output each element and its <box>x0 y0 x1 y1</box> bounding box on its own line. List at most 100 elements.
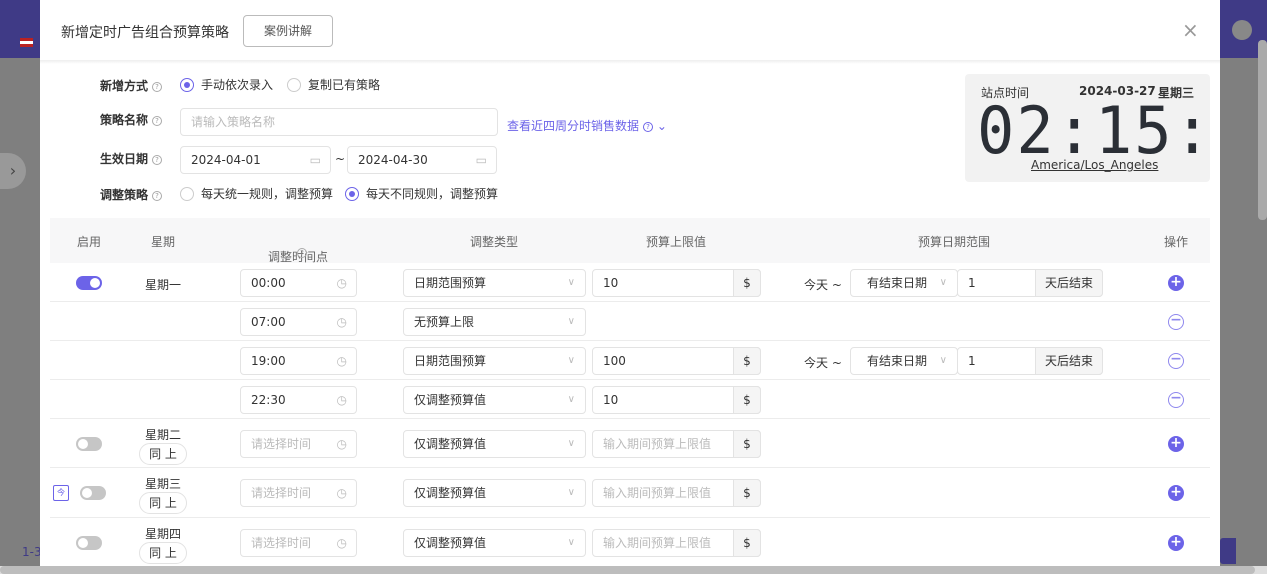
radio-dot[interactable] <box>287 77 301 92</box>
today-label: 今天 ~ <box>804 355 842 370</box>
help-icon[interactable]: ? <box>643 121 654 132</box>
clock-icon: ◷ <box>336 486 347 500</box>
case-explain-button[interactable]: 案例讲解 <box>243 15 333 47</box>
start-date-input[interactable]: 2024-04-01 ▭ <box>180 146 331 174</box>
adjust-type-select[interactable]: 日期范围预算 ∨ <box>403 346 586 375</box>
days-input[interactable]: 1 天后结束 <box>957 268 1103 297</box>
time-picker[interactable]: 请选择时间 ◷ <box>240 529 357 557</box>
vertical-scrollbar[interactable] <box>1258 40 1267 220</box>
range-type-select[interactable]: 有结束日期 ∨ <box>850 268 958 297</box>
time-picker[interactable]: 19:00 ◷ <box>240 346 357 375</box>
budget-input[interactable]: 输入期间预算上限值 $ <box>592 429 761 458</box>
clock-icon: ◷ <box>336 436 347 451</box>
radio-daily-rule[interactable]: 每天不同规则，调整预算 <box>345 185 498 202</box>
radio-manual[interactable]: 手动依次录入 <box>180 76 273 93</box>
col-action: 操作 <box>1163 235 1189 249</box>
budget-input[interactable]: 输入期间预算上限值 $ <box>592 529 761 557</box>
add-rule-icon[interactable]: + <box>1168 274 1184 291</box>
currency-addon: $ <box>733 268 761 297</box>
time-picker[interactable]: 07:00 ◷ <box>240 307 357 336</box>
time-picker[interactable]: 请选择时间 ◷ <box>240 479 357 507</box>
budget-input[interactable]: 100 $ <box>592 346 761 375</box>
enable-toggle[interactable] <box>80 486 106 500</box>
close-icon[interactable]: × <box>1182 18 1199 42</box>
help-icon[interactable]: ? <box>152 190 163 201</box>
site-time-panel: 站点时间 2024-03-27 星期三 02:15:13 America/Los… <box>965 74 1220 182</box>
budget-input[interactable]: 输入期间预算上限值 $ <box>592 479 761 507</box>
same-as-above-button[interactable]: 同 上 <box>139 542 187 564</box>
days-value: 1 <box>968 353 976 368</box>
placeholder: 请选择时间 <box>251 486 312 500</box>
enable-toggle[interactable] <box>76 436 102 451</box>
calendar-icon: ▭ <box>309 153 321 167</box>
currency-addon: $ <box>733 429 761 458</box>
radio-dot[interactable] <box>180 77 194 92</box>
clock-icon: ◷ <box>336 536 347 550</box>
days-input[interactable]: 1 天后结束 <box>957 346 1103 375</box>
currency-addon: $ <box>733 529 761 557</box>
adjust-type-select[interactable]: 仅调整预算值 ∨ <box>403 529 586 557</box>
adjust-type-select[interactable]: 仅调整预算值 ∨ <box>403 479 586 507</box>
remove-rule-icon[interactable]: − <box>1168 391 1184 408</box>
budget-input[interactable]: 10 $ <box>592 385 761 414</box>
time-picker[interactable]: 请选择时间 ◷ <box>240 429 357 458</box>
clock-icon: ◷ <box>336 353 347 368</box>
timezone-link[interactable]: America/Los_Angeles <box>1031 158 1158 172</box>
remove-rule-icon[interactable]: − <box>1168 352 1184 369</box>
range-type-value: 有结束日期 <box>867 353 928 368</box>
date-label-text: 生效日期 <box>100 152 149 166</box>
col-weekday: 星期 <box>150 235 176 249</box>
sales-data-link[interactable]: 查看近四周分时销售数据? ⌄ <box>507 117 667 134</box>
adjust-type-select[interactable]: 仅调整预算值 ∨ <box>403 385 586 414</box>
table-row: 07:00 ◷ 无预算上限 ∨ − <box>50 302 1210 341</box>
weekday-label: 星期三 <box>144 477 182 491</box>
scrollbar-thumb[interactable] <box>0 566 1255 574</box>
same-as-above-button[interactable]: 同 上 <box>139 443 187 465</box>
end-date-input[interactable]: 2024-04-30 ▭ <box>347 146 497 174</box>
placeholder: 输入期间预算上限值 <box>603 486 712 500</box>
avatar[interactable] <box>1232 20 1252 40</box>
adjust-type-select[interactable]: 仅调整预算值 ∨ <box>403 429 586 458</box>
enable-toggle[interactable] <box>76 536 102 550</box>
days-value: 1 <box>968 275 976 290</box>
radio-dot[interactable] <box>345 186 359 201</box>
weekday-label: 星期一 <box>144 277 182 292</box>
chevron-down-icon: ∨ <box>567 393 575 405</box>
same-as-above-button[interactable]: 同 上 <box>139 492 187 514</box>
budget-input[interactable]: 10 $ <box>592 268 761 297</box>
strategy-name-input[interactable]: 请输入策略名称 <box>180 108 498 136</box>
range-type-select[interactable]: 有结束日期 ∨ <box>850 346 958 375</box>
table-row: 今 星期三同 上 请选择时间 ◷ 仅调整预算值 ∨ 输入期间预算上限值 $ + <box>50 468 1210 518</box>
radio-label: 手动依次录入 <box>201 78 274 92</box>
adjust-type-value: 无预算上限 <box>414 314 475 329</box>
enable-toggle[interactable] <box>76 275 102 290</box>
help-icon[interactable]: ? <box>152 81 163 92</box>
start-date-value: 2024-04-01 <box>191 153 261 167</box>
adjust-type-select[interactable]: 日期范围预算 ∨ <box>403 268 586 297</box>
time-picker[interactable]: 00:00 ◷ <box>240 268 357 297</box>
name-label-text: 策略名称 <box>100 113 149 127</box>
help-icon[interactable]: ? <box>152 115 163 126</box>
radio-label: 每天不同规则，调整预算 <box>366 187 499 201</box>
radio-copy[interactable]: 复制已有策略 <box>287 76 380 93</box>
add-rule-icon[interactable]: + <box>1168 535 1184 551</box>
add-rule-icon[interactable]: + <box>1168 485 1184 501</box>
time-picker[interactable]: 22:30 ◷ <box>240 385 357 414</box>
add-rule-icon[interactable]: + <box>1168 435 1184 452</box>
help-icon[interactable]: ? <box>152 154 163 165</box>
remove-rule-icon[interactable]: − <box>1168 313 1184 330</box>
chevron-down-icon[interactable]: ⌄ <box>657 119 667 133</box>
adjust-type-select[interactable]: 无预算上限 ∨ <box>403 307 586 336</box>
help-icon[interactable]: ? <box>297 248 307 258</box>
sales-data-link-text[interactable]: 查看近四周分时销售数据 <box>507 119 639 133</box>
clock-icon: ◷ <box>336 392 347 407</box>
table-row: 星期四同 上 请选择时间 ◷ 仅调整预算值 ∨ 输入期间预算上限值 $ + <box>50 518 1210 566</box>
radio-uniform-rule[interactable]: 每天统一规则，调整预算 <box>180 185 333 202</box>
time-value: 22:30 <box>251 392 286 407</box>
radio-label: 每天统一规则，调整预算 <box>201 187 334 201</box>
horizontal-scrollbar[interactable] <box>0 566 1267 574</box>
radio-dot[interactable] <box>180 186 194 201</box>
placeholder: 输入期间预算上限值 <box>603 436 712 451</box>
chevron-down-icon: ∨ <box>939 276 947 288</box>
date-label: 生效日期? <box>100 150 163 167</box>
